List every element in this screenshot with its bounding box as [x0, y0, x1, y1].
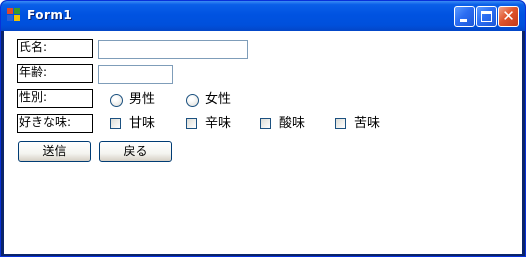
checkbox-label-spicy: 辛味: [205, 116, 232, 131]
maximize-icon: [481, 11, 492, 22]
checkbox-box[interactable]: [260, 118, 271, 129]
maximize-button[interactable]: [476, 6, 497, 27]
minimize-icon: [460, 19, 467, 22]
age-input[interactable]: [98, 65, 173, 84]
radio-circle[interactable]: [186, 94, 199, 107]
send-button[interactable]: 送信: [18, 141, 91, 162]
name-label: 氏名:: [17, 39, 93, 58]
radio-label-male: 男性: [129, 92, 156, 107]
checkbox-label-bitter: 苦味: [354, 116, 381, 131]
age-label: 年齢:: [17, 64, 93, 83]
checkbox-box[interactable]: [186, 118, 197, 129]
app-icon: [7, 8, 21, 22]
back-button[interactable]: 戻る: [99, 141, 172, 162]
checkbox-label-sour: 酸味: [279, 116, 306, 131]
close-icon: ✕: [502, 7, 515, 25]
checkbox-label-sweet: 甘味: [129, 116, 156, 131]
gender-label: 性別:: [17, 89, 93, 108]
name-input[interactable]: [98, 40, 248, 59]
minimize-button[interactable]: [454, 6, 475, 27]
taste-label: 好きな味:: [17, 114, 93, 133]
checkbox-box[interactable]: [335, 118, 346, 129]
title-bar[interactable]: Form1 ✕: [1, 1, 525, 31]
radio-circle[interactable]: [110, 94, 123, 107]
close-button[interactable]: ✕: [498, 6, 519, 27]
checkbox-box[interactable]: [110, 118, 121, 129]
form1-window: Form1 ✕ 氏名: 年齢: 性別: 男性 女性 好きな味: 甘味 辛味 酸味…: [0, 0, 526, 257]
window-title: Form1: [27, 8, 73, 22]
form-client-area: 氏名: 年齢: 性別: 男性 女性 好きな味: 甘味 辛味 酸味 苦味 送信 戻…: [4, 31, 522, 254]
radio-label-female: 女性: [205, 92, 232, 107]
